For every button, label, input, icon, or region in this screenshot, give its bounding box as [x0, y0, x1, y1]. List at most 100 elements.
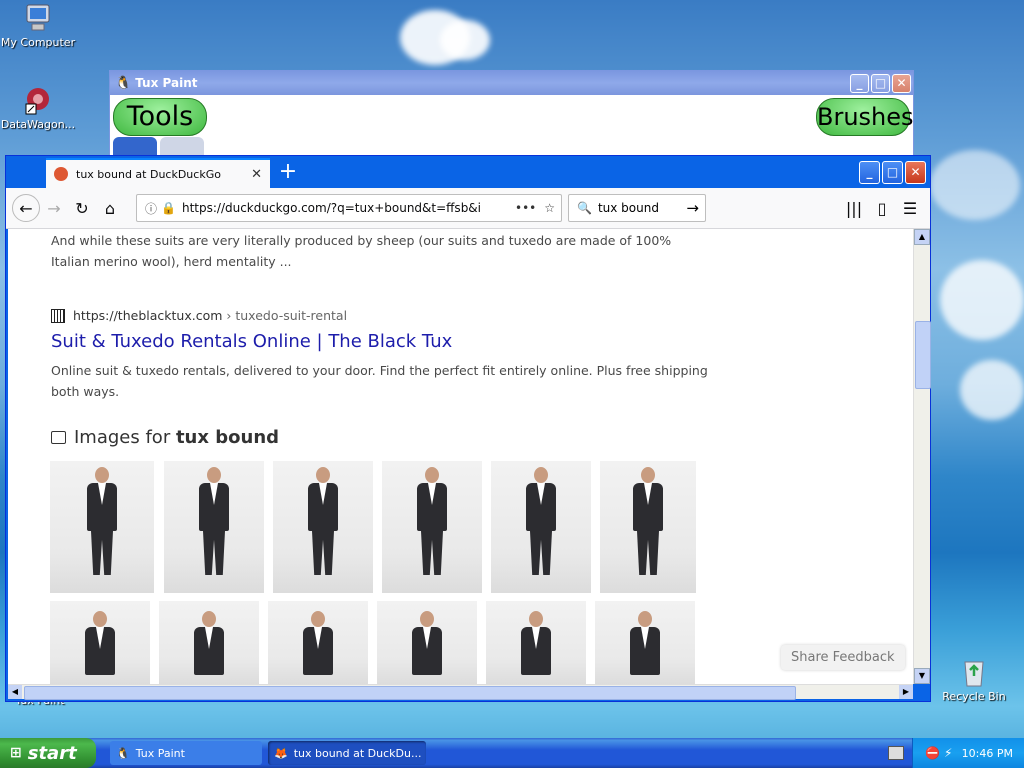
tuxedo-model: [199, 467, 229, 575]
task-label: tux bound at DuckDu...: [293, 746, 422, 760]
vertical-scrollbar-track[interactable]: ▲ ▼: [913, 229, 931, 684]
info-icon[interactable]: ⓘ: [145, 200, 157, 217]
start-label: start: [27, 742, 77, 764]
search-go-icon[interactable]: →: [686, 199, 699, 217]
image-thumbnail[interactable]: [50, 461, 154, 593]
desktop-icon-my-computer[interactable]: My Computer: [0, 2, 78, 49]
datawagon-icon: [22, 84, 54, 116]
start-button[interactable]: ⊞ start: [0, 738, 96, 768]
horizontal-scrollbar[interactable]: ◀ ▶: [8, 684, 913, 700]
scroll-right-arrow[interactable]: ▶: [899, 685, 913, 699]
search-input[interactable]: tux bound: [598, 201, 686, 215]
scroll-down-arrow[interactable]: ▼: [914, 668, 930, 684]
system-tray: ⛔ ⚡ 10:46 PM: [912, 738, 1024, 768]
scroll-thumb[interactable]: [915, 321, 931, 389]
scroll-up-arrow[interactable]: ▲: [914, 229, 930, 245]
image-thumbnail[interactable]: [268, 601, 368, 684]
taskbar-item-tuxpaint[interactable]: 🐧 Tux Paint: [110, 741, 262, 765]
previous-snippet: And while these suits are very literally…: [51, 233, 672, 269]
result-snippet: Online suit & tuxedo rentals, delivered …: [51, 363, 708, 399]
windows-logo-icon: ⊞: [10, 745, 22, 761]
close-button[interactable]: ✕: [905, 160, 926, 184]
desktop-icon-label: My Computer: [0, 36, 76, 49]
security-alert-icon[interactable]: ⛔: [925, 746, 940, 760]
desktop-icon-datawagon[interactable]: DataWagon...: [0, 84, 78, 131]
desktop-icon-recycle-bin[interactable]: Recycle Bin: [934, 656, 1014, 703]
keyboard-icon[interactable]: [888, 746, 904, 760]
tux-icon: 🐧: [116, 746, 130, 760]
result-title-link[interactable]: Suit & Tuxedo Rentals Online | The Black…: [51, 331, 452, 352]
menu-icon[interactable]: ☰: [896, 194, 924, 222]
tab-active[interactable]: tux bound at DuckDuckGo ✕: [46, 158, 270, 188]
taskbar-item-browser[interactable]: 🦊 tux bound at DuckDu...: [268, 741, 426, 765]
firefox-icon: 🦊: [274, 746, 288, 760]
home-button[interactable]: ⌂: [96, 194, 124, 222]
tab-bar: tux bound at DuckDuckGo ✕ + _ □ ✕: [6, 156, 930, 188]
tuxedo-model: [521, 611, 551, 675]
taskbar: ⊞ start 🐧 Tux Paint 🦊 tux bound at DuckD…: [0, 738, 1024, 768]
tux-icon: 🐧: [115, 75, 132, 91]
close-tab-icon[interactable]: ✕: [251, 167, 262, 182]
browser-window[interactable]: tux bound at DuckDuckGo ✕ + _ □ ✕ ← → ↻ …: [5, 155, 931, 702]
image-thumbnail[interactable]: [164, 461, 264, 593]
image-thumbnail[interactable]: [273, 461, 373, 593]
page-actions-icon[interactable]: •••: [515, 201, 536, 215]
image-thumbnail[interactable]: [491, 461, 591, 593]
navigation-toolbar: ← → ↻ ⌂ ⓘ 🔒 https://duckduckgo.com/?q=tu…: [6, 188, 930, 229]
url-bar[interactable]: ⓘ 🔒 https://duckduckgo.com/?q=tux+bound&…: [136, 194, 562, 222]
forward-button[interactable]: →: [40, 194, 68, 222]
tuxedo-model: [308, 467, 338, 575]
close-button[interactable]: ✕: [892, 73, 911, 93]
task-label: Tux Paint: [135, 746, 185, 760]
back-button[interactable]: ←: [12, 194, 40, 222]
minimize-button[interactable]: _: [850, 73, 869, 93]
url-text[interactable]: https://duckduckgo.com/?q=tux+bound&t=ff…: [182, 201, 507, 215]
result-domain: https://theblacktux.com: [73, 308, 223, 323]
clock[interactable]: 10:46 PM: [962, 747, 1013, 760]
tuxedo-model: [417, 467, 447, 575]
library-icon[interactable]: |||: [840, 194, 868, 222]
search-box[interactable]: 🔍 tux bound →: [568, 194, 706, 222]
tab-title: tux bound at DuckDuckGo: [76, 167, 221, 181]
scroll-left-arrow[interactable]: ◀: [8, 685, 22, 699]
tuxpaint-titlebar[interactable]: 🐧 Tux Paint _ □ ✕: [110, 71, 913, 95]
share-feedback-button[interactable]: Share Feedback: [781, 645, 905, 670]
duckduckgo-icon: [54, 167, 68, 181]
computer-icon: [22, 2, 54, 34]
maximize-button[interactable]: □: [871, 73, 890, 93]
minimize-button[interactable]: _: [859, 160, 880, 184]
tuxedo-model: [87, 467, 117, 575]
tuxedo-model: [303, 611, 333, 675]
tuxedo-model: [633, 467, 663, 575]
result-url[interactable]: https://theblacktux.com › tuxedo-suit-re…: [51, 308, 347, 323]
search-icon: 🔍: [577, 201, 592, 215]
tuxedo-model: [526, 467, 556, 575]
image-thumbnail[interactable]: [600, 461, 696, 593]
network-icon[interactable]: ⚡: [944, 746, 952, 760]
new-tab-button[interactable]: +: [270, 158, 306, 188]
bookmark-star-icon[interactable]: ☆: [544, 201, 555, 215]
image-thumbnail[interactable]: [159, 601, 259, 684]
tuxedo-model: [85, 611, 115, 675]
brushes-label: Brushes: [816, 98, 914, 136]
images-heading[interactable]: Images for tux bound: [51, 427, 279, 448]
tuxedo-model: [630, 611, 660, 675]
image-thumbnail[interactable]: [595, 601, 695, 684]
tuxedo-model: [412, 611, 442, 675]
tuxedo-model: [194, 611, 224, 675]
result-path: › tuxedo-suit-rental: [226, 308, 348, 323]
lock-icon: 🔒: [161, 201, 176, 215]
image-thumbnail[interactable]: [382, 461, 482, 593]
site-favicon: [51, 308, 65, 323]
horizontal-scroll-thumb[interactable]: [24, 686, 796, 700]
maximize-button[interactable]: □: [882, 160, 903, 184]
reload-button[interactable]: ↻: [68, 194, 96, 222]
recycle-bin-icon: [958, 656, 990, 688]
images-heading-query: tux bound: [175, 427, 280, 448]
image-thumbnail[interactable]: [377, 601, 477, 684]
image-thumbnail[interactable]: [486, 601, 586, 684]
image-thumbnail[interactable]: [50, 601, 150, 684]
page-content: And while these suits are very literally…: [8, 229, 914, 684]
sidebar-icon[interactable]: ▯: [868, 194, 896, 222]
tools-label: Tools: [113, 98, 207, 136]
